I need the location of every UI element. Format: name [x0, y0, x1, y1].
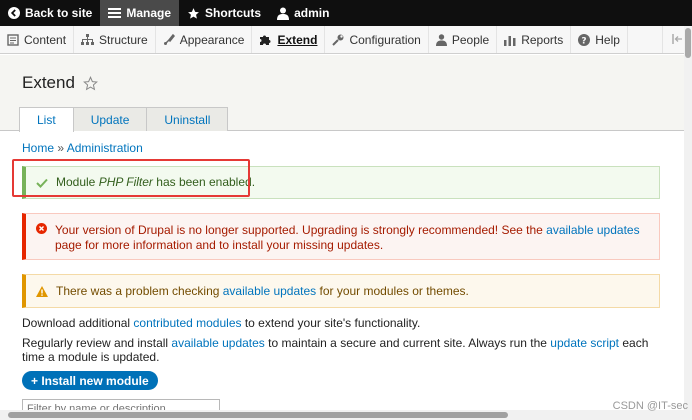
horizontal-scrollbar[interactable] [0, 410, 692, 420]
tab-update[interactable]: Update [72, 107, 148, 131]
review-info-text: Regularly review and install available u… [22, 336, 649, 364]
nav-item-label: Appearance [179, 32, 245, 47]
annotation-highlight-box [12, 159, 250, 197]
available-updates-link[interactable]: available updates [546, 223, 639, 237]
primary-tabs: List Update Uninstall [19, 107, 229, 132]
manage-label: Manage [126, 6, 172, 20]
nav-item-configuration[interactable]: Configuration [325, 26, 429, 53]
person-icon [435, 33, 447, 46]
nav-item-label: Configuration [349, 32, 421, 47]
back-to-site-label: Back to site [25, 6, 93, 20]
download-info-text: Download additional contributed modules … [22, 316, 421, 330]
error-message: Your version of Drupal is no longer supp… [22, 213, 660, 260]
appearance-icon [163, 33, 175, 46]
user-label: admin [294, 6, 330, 20]
watermark: CSDN @IT-sec [612, 400, 688, 412]
available-updates-link[interactable]: available updates [223, 284, 316, 298]
admin-toolbar: Back to site Manage Shortcuts admin [0, 0, 692, 26]
structure-icon [81, 33, 95, 46]
horizontal-scrollbar-thumb[interactable] [8, 412, 508, 418]
back-arrow-icon [8, 7, 20, 19]
content-icon [7, 33, 19, 46]
tab-list[interactable]: List [19, 107, 74, 132]
update-script-link[interactable]: update script [550, 336, 619, 350]
breadcrumb-home-link[interactable]: Home [22, 141, 54, 155]
nav-item-appearance[interactable]: Appearance [156, 26, 253, 53]
manage-tray-toggle[interactable]: Manage [100, 0, 180, 26]
nav-item-label: Help [595, 32, 620, 47]
collapse-left-icon [671, 33, 684, 47]
wrench-icon [332, 34, 344, 46]
breadcrumb-administration-link[interactable]: Administration [67, 141, 143, 155]
install-new-module-button[interactable]: + Install new module [22, 371, 158, 390]
warning-triangle-icon [36, 285, 48, 297]
svg-text:?: ? [582, 36, 587, 46]
puzzle-icon [259, 33, 272, 46]
shortcuts-label: Shortcuts [205, 6, 262, 20]
page-title: Extend [22, 73, 98, 93]
nav-item-label: People [451, 32, 490, 47]
warning-message: There was a problem checking available u… [22, 274, 660, 308]
error-message-text: Your version of Drupal is no longer supp… [55, 223, 640, 252]
error-circle-icon [36, 223, 47, 259]
nav-item-content[interactable]: Content [0, 26, 75, 53]
hamburger-icon [108, 7, 122, 19]
shortcut-star-icon[interactable] [82, 75, 98, 91]
page-header: Extend List Update Uninstall [0, 55, 684, 132]
vertical-scrollbar[interactable] [684, 26, 692, 410]
available-updates-link[interactable]: available updates [171, 336, 264, 350]
vertical-scrollbar-thumb[interactable] [685, 28, 691, 58]
breadcrumb: Home » Administration [22, 141, 143, 155]
back-to-site-link[interactable]: Back to site [0, 0, 100, 26]
nav-item-label: Reports [521, 32, 564, 47]
nav-item-extend[interactable]: Extend [252, 26, 326, 53]
tab-uninstall[interactable]: Uninstall [146, 107, 229, 131]
nav-item-structure[interactable]: Structure [74, 26, 156, 53]
admin-menu-bar: Content Structure Appearance Extend Conf… [0, 26, 692, 54]
page-title-text: Extend [22, 73, 75, 92]
nav-item-people[interactable]: People [429, 26, 498, 53]
nav-item-label: Extend [277, 32, 318, 47]
nav-item-label: Structure [99, 32, 148, 47]
shortcuts-tray-toggle[interactable]: Shortcuts [179, 0, 269, 26]
warning-message-text: There was a problem checking available u… [56, 283, 469, 298]
breadcrumb-separator: » [57, 141, 65, 155]
star-icon [187, 7, 200, 20]
contributed-modules-link[interactable]: contributed modules [133, 316, 241, 330]
question-icon: ? [578, 33, 591, 46]
user-icon [277, 7, 290, 20]
nav-item-help[interactable]: ? Help [571, 26, 628, 53]
nav-item-reports[interactable]: Reports [497, 26, 572, 53]
user-tray-toggle[interactable]: admin [269, 0, 337, 26]
bar-chart-icon [504, 34, 516, 46]
nav-item-label: Content [24, 32, 67, 47]
